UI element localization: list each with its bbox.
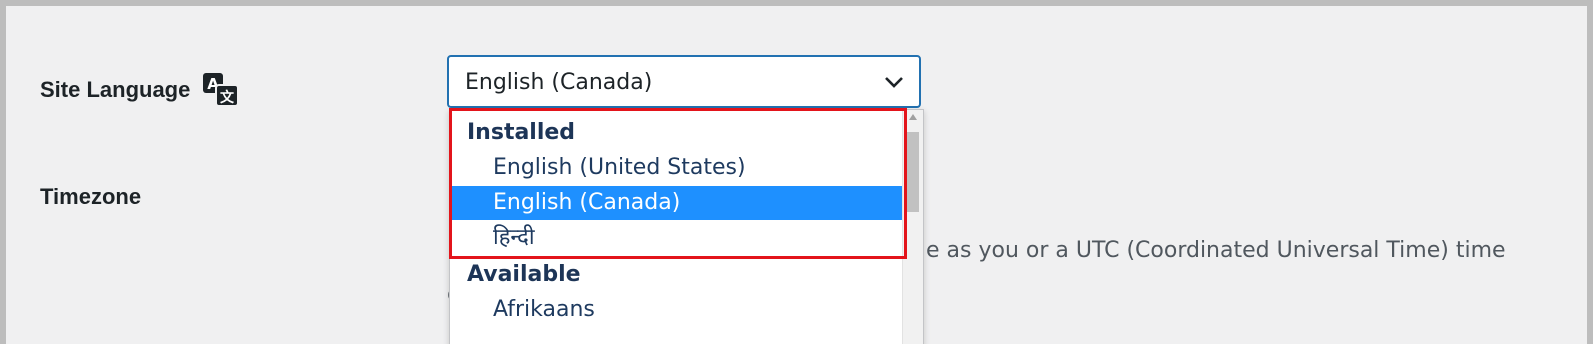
site-language-text: Site Language — [40, 77, 191, 102]
option-hindi[interactable]: हिन्दी — [450, 221, 902, 255]
timezone-label: Timezone — [40, 184, 142, 209]
language-options-listbox[interactable]: Installed English (United States) Englis… — [449, 109, 924, 344]
translation-icon: A 文 — [202, 72, 240, 108]
settings-panel: Site Language A 文 Timezone English (Cana… — [6, 6, 1587, 344]
option-english-us[interactable]: English (United States) — [450, 151, 902, 185]
site-language-select[interactable]: English (Canada) — [447, 55, 921, 108]
option-afrikaans[interactable]: Afrikaans — [450, 293, 902, 327]
timezone-description: e as you or a UTC (Coordinated Universal… — [926, 238, 1506, 263]
scroll-up-arrow-icon[interactable] — [908, 113, 918, 121]
option-english-canada[interactable]: English (Canada) — [450, 186, 902, 220]
optgroup-available: Available — [467, 262, 581, 287]
chevron-down-icon — [885, 77, 903, 88]
listbox-scrollbar[interactable] — [902, 110, 923, 344]
scroll-thumb[interactable] — [906, 132, 919, 212]
site-language-label: Site Language A 文 — [40, 72, 240, 108]
optgroup-installed: Installed — [467, 120, 576, 145]
select-value: English (Canada) — [465, 70, 653, 95]
svg-text:文: 文 — [220, 89, 235, 106]
